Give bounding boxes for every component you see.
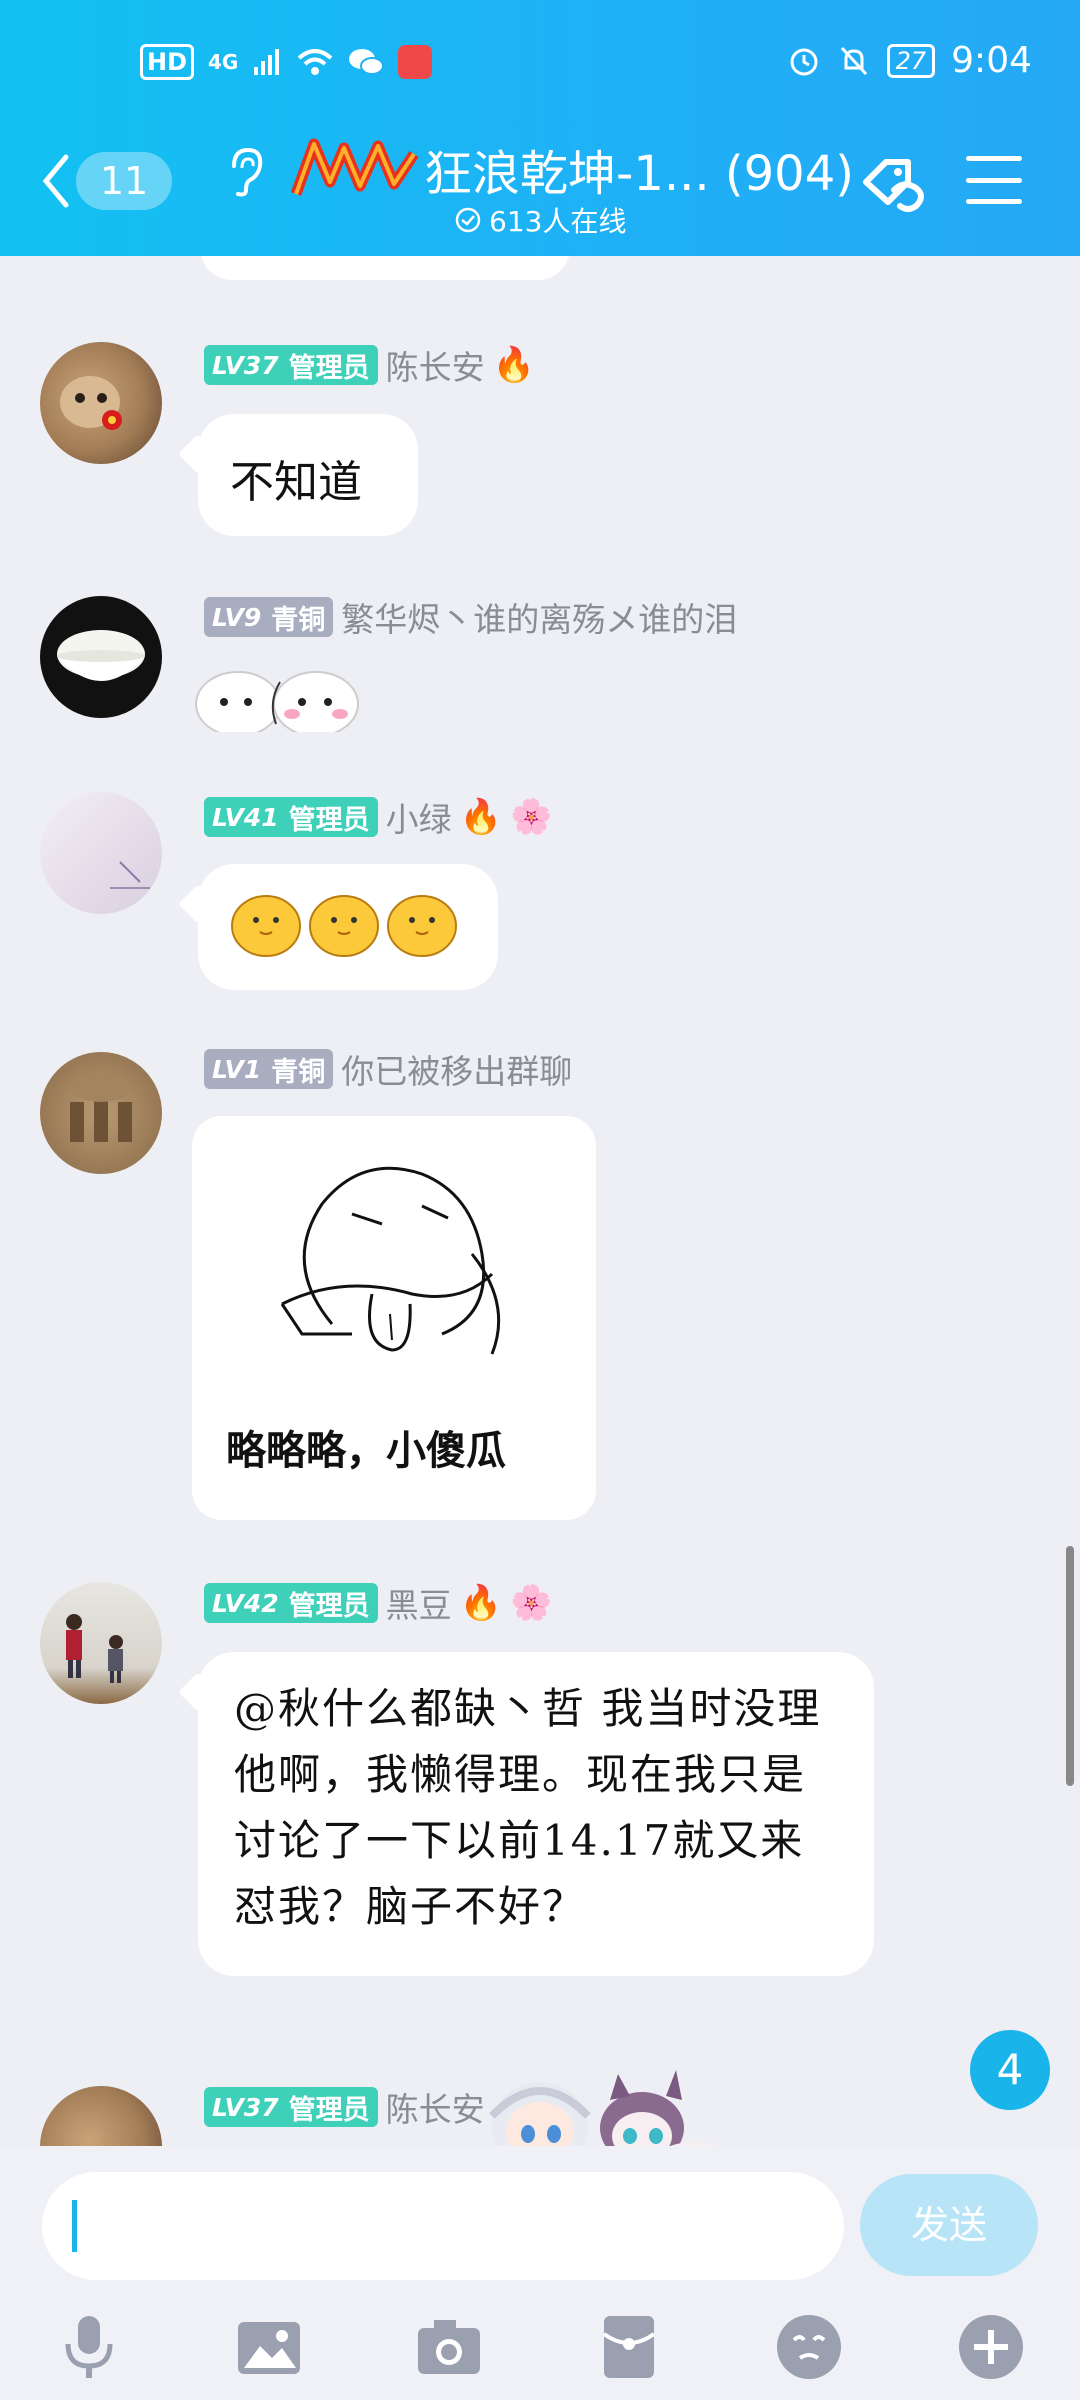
sender-name[interactable]: 繁华烬丶谁的离殇メ谁的泪 <box>341 593 737 641</box>
image-icon[interactable] <box>234 2312 304 2382</box>
huawei-app-icon <box>398 45 433 79</box>
message-bubble[interactable]: 不知道 <box>198 414 418 536</box>
flower-icon: 🌸 <box>509 1583 553 1623</box>
online-count[interactable]: 613人在线 <box>455 200 626 240</box>
message-input[interactable] <box>42 2172 844 2280</box>
group-logo <box>290 138 419 196</box>
abstract-avatar-image <box>110 861 150 889</box>
status-bar: HD 4G 27 9:04 <box>0 0 1080 130</box>
link-icon[interactable] <box>856 148 934 218</box>
avatar[interactable] <box>40 792 162 914</box>
message-meta: LV1 青铜 你已被移出群聊 <box>204 1045 572 1093</box>
clock: 9:04 <box>951 40 1032 81</box>
kids-avatar-image <box>66 1614 123 1683</box>
level-badge: LV37 管理员 <box>204 2087 378 2127</box>
wechat-icon <box>349 49 385 75</box>
mic-icon[interactable] <box>54 2312 124 2382</box>
avatar[interactable] <box>40 1052 162 1174</box>
header-bar: HD 4G 27 9:04 11 狂浪乾坤-1... (904) 613人在线 <box>0 0 1080 256</box>
message-text: 不知道 <box>230 457 362 508</box>
cat-avatar-image <box>60 376 122 430</box>
sender-name[interactable]: 黑豆 <box>386 1579 452 1627</box>
online-label: 613人在线 <box>489 205 627 238</box>
new-message-count-button[interactable]: 4 <box>970 2030 1050 2110</box>
mascot-sticker[interactable] <box>470 2056 730 2146</box>
avatar[interactable] <box>40 1582 162 1704</box>
level-badge: LV37 管理员 <box>204 345 378 385</box>
tongue-face-sticker <box>280 1166 501 1355</box>
blob-sticker[interactable] <box>192 662 362 732</box>
message-bubble[interactable]: @秋什么都缺丶哲 我当时没理他啊，我懒得理。现在我只是讨论了一下以前14.17就… <box>198 1652 874 1976</box>
group-title[interactable]: 狂浪乾坤-1... (904) <box>424 134 854 204</box>
unread-badge: 11 <box>76 152 172 210</box>
ear-icon[interactable] <box>226 146 266 198</box>
message-meta: LV41 管理员 小绿 🔥 🌸 <box>204 793 553 841</box>
network-label: 4G <box>208 50 239 74</box>
sender-name[interactable]: 陈长安 <box>386 341 485 389</box>
online-check-icon <box>455 207 481 233</box>
input-bar: 发送 <box>0 2146 1080 2400</box>
scrollbar[interactable] <box>1066 1546 1074 1786</box>
chat-area[interactable]: LV37 管理员 陈长安 🔥 不知道 LV9 青铜 繁华烬丶谁的离殇メ谁的泪 LV4… <box>0 256 1080 2146</box>
message-meta: LV9 青铜 繁华烬丶谁的离殇メ谁的泪 <box>204 593 737 641</box>
rice-avatar-image <box>57 630 145 681</box>
menu-icon[interactable] <box>966 156 1022 204</box>
sticker-bubble[interactable]: 略略略，小傻瓜 <box>192 1116 596 1520</box>
avatar[interactable] <box>40 342 162 464</box>
red-packet-icon[interactable] <box>594 2312 664 2382</box>
mute-icon <box>840 46 867 75</box>
chat-nav: 11 狂浪乾坤-1... (904) 613人在线 <box>0 130 1080 256</box>
sand-avatar-image <box>70 1074 132 1142</box>
sticker-caption: 略略略，小傻瓜 <box>226 1428 506 1474</box>
avatar[interactable] <box>40 596 162 718</box>
emoji-icon[interactable] <box>774 2312 844 2382</box>
wifi-icon <box>298 49 333 75</box>
level-badge: LV41 管理员 <box>204 797 378 837</box>
flame-icon: 🔥 <box>459 797 502 837</box>
plus-icon[interactable] <box>956 2312 1026 2382</box>
input-toolbar <box>0 2302 1080 2392</box>
message-meta: LV37 管理员 陈长安 🔥 <box>204 341 535 389</box>
battery-indicator: 27 <box>886 43 936 78</box>
alarm-icon <box>790 48 818 75</box>
message-text: @秋什么都缺丶哲 我当时没理他啊，我懒得理。现在我只是讨论了一下以前14.17就… <box>234 1684 822 1931</box>
level-badge: LV1 青铜 <box>204 1049 334 1089</box>
chevron-left-icon <box>42 154 69 208</box>
back-button[interactable]: 11 <box>40 152 172 210</box>
message-meta: LV37 管理员 陈长安 <box>204 2086 485 2129</box>
flame-icon: 🔥 <box>459 1583 502 1623</box>
chick-emoji-sticker <box>231 895 457 957</box>
message-bubble[interactable] <box>198 864 498 990</box>
level-badge: LV9 青铜 <box>204 597 334 637</box>
sender-name[interactable]: 你已被移出群聊 <box>341 1045 572 1093</box>
previous-bubble-tail <box>200 256 570 280</box>
avatar[interactable] <box>40 2086 162 2146</box>
sender-name[interactable]: 小绿 <box>386 793 452 841</box>
level-badge: LV42 管理员 <box>204 1583 378 1623</box>
flower-icon: 🌸 <box>509 797 553 837</box>
flame-icon: 🔥 <box>492 345 535 385</box>
message-meta: LV42 管理员 黑豆 🔥 🌸 <box>204 1579 553 1627</box>
text-caret <box>72 2200 77 2252</box>
send-button[interactable]: 发送 <box>860 2174 1038 2276</box>
hd-indicator: HD <box>140 44 195 80</box>
signal-icon <box>254 49 280 75</box>
camera-icon[interactable] <box>414 2312 484 2382</box>
